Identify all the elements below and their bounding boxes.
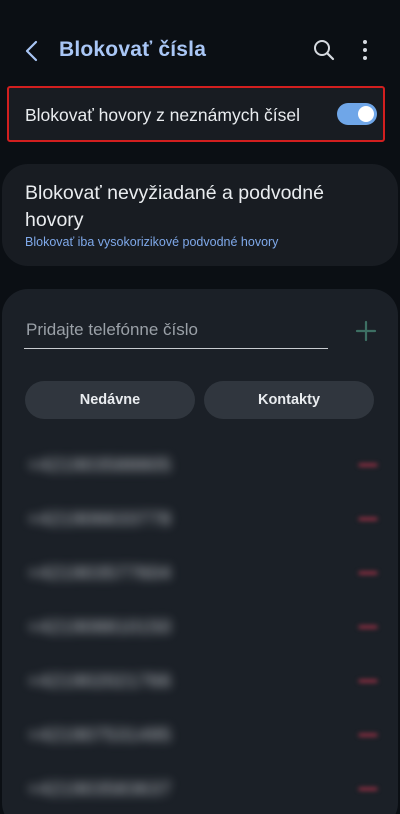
blocked-number: +421908810150 — [28, 617, 172, 637]
list-item[interactable]: +421903577604 — [2, 547, 398, 601]
list-item[interactable]: +421903588805 — [2, 439, 398, 493]
app-bar: Blokovať čísla — [0, 26, 400, 76]
block-unknown-label: Blokovať hovory z neznámych čísel — [25, 105, 301, 125]
blocked-numbers-card: Nedávne Kontakty +421903588805 +42190663… — [2, 289, 398, 814]
back-arrow-icon[interactable] — [20, 38, 46, 64]
remove-icon[interactable] — [357, 616, 379, 638]
spam-block-title: Blokovať nevyžiadané a podvodné hovory — [25, 182, 324, 231]
remove-icon[interactable] — [357, 454, 379, 476]
blocked-number: +421903588805 — [28, 455, 172, 475]
blocked-numbers-list: +421903588805 +421906633778 +42190357760… — [2, 439, 398, 814]
remove-icon[interactable] — [357, 508, 379, 530]
remove-icon[interactable] — [357, 778, 379, 800]
blocked-number: +421903583637 — [28, 779, 172, 799]
remove-icon[interactable] — [357, 670, 379, 692]
remove-icon[interactable] — [357, 724, 379, 746]
spam-block-subtitle: Blokovať iba vysokorizikové podvodné hov… — [25, 235, 279, 249]
list-item[interactable]: +421908810150 — [2, 601, 398, 655]
blocked-number: +421907531495 — [28, 725, 172, 745]
blocked-number: +421902021766 — [28, 671, 172, 691]
more-options-icon[interactable] — [354, 38, 376, 62]
recent-button[interactable]: Nedávne — [25, 381, 195, 419]
blocked-number: +421903577604 — [28, 563, 172, 583]
toggle-knob — [358, 106, 374, 122]
block-unknown-setting[interactable]: Blokovať hovory z neznámych čísel — [7, 86, 385, 142]
phone-number-input[interactable] — [24, 315, 328, 349]
list-item[interactable]: +421906633778 — [2, 493, 398, 547]
block-unknown-toggle[interactable] — [337, 103, 377, 125]
list-item[interactable]: +421907531495 — [2, 709, 398, 763]
remove-icon[interactable] — [357, 562, 379, 584]
list-item[interactable]: +421902021766 — [2, 655, 398, 709]
add-icon[interactable] — [354, 319, 378, 343]
contacts-button[interactable]: Kontakty — [204, 381, 374, 419]
blocked-number: +421906633778 — [28, 509, 172, 529]
list-item[interactable]: +421903583637 — [2, 763, 398, 814]
block-numbers-screen: Blokovať čísla Blokovať hovory z neznámy… — [0, 0, 400, 814]
search-icon[interactable] — [312, 38, 336, 62]
spam-block-setting[interactable]: Blokovať nevyžiadané a podvodné hovory B… — [2, 164, 398, 266]
page-title: Blokovať čísla — [59, 38, 207, 61]
